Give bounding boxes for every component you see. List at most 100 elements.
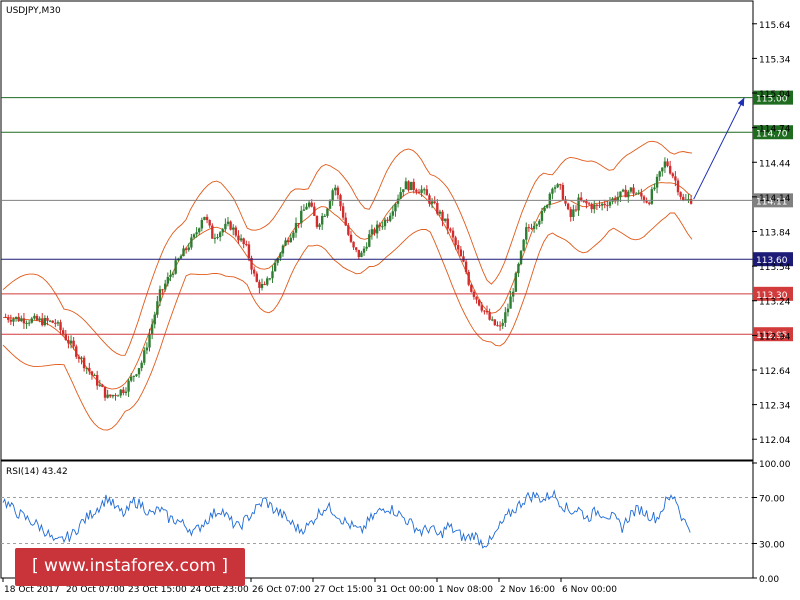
candle-body	[271, 271, 274, 279]
candle-body	[362, 248, 366, 253]
candle-body	[402, 189, 405, 193]
candle-body	[451, 230, 455, 238]
candle-body	[69, 340, 73, 344]
candle-body	[226, 221, 230, 224]
bollinger-middle-band	[2, 182, 693, 390]
candle-body	[116, 395, 120, 397]
candle-body	[127, 380, 130, 392]
candle-body	[438, 211, 442, 214]
candle-body	[77, 356, 81, 359]
candle-body	[475, 296, 478, 300]
forecast-arrow-line	[693, 97, 745, 200]
candle-body	[619, 191, 622, 198]
candle-body	[661, 167, 664, 172]
candle-body	[428, 195, 431, 204]
candle-body	[289, 237, 292, 243]
candle-body	[506, 308, 510, 313]
candle-body	[553, 187, 557, 189]
candle-body	[645, 201, 648, 203]
candle-body	[650, 189, 654, 204]
candle-body	[417, 191, 421, 193]
candle-body	[48, 320, 52, 322]
y-tick-label: 112.34	[759, 402, 791, 412]
candle-body	[294, 223, 298, 233]
candle-body	[229, 221, 232, 230]
candle-body	[200, 219, 204, 229]
candle-body	[525, 227, 528, 240]
candle-body	[464, 261, 468, 272]
x-tick-label: 6 Nov 00:00	[562, 585, 617, 595]
candle-body	[208, 220, 211, 226]
x-tick-label: 23 Oct 15:00	[128, 585, 187, 595]
candle-body	[519, 250, 523, 265]
candle-body	[598, 205, 601, 207]
candle-body	[600, 203, 604, 206]
candle-body	[153, 314, 156, 325]
candle-body	[501, 322, 504, 326]
candle-body	[572, 209, 575, 217]
candle-body	[182, 248, 185, 257]
candle-body	[111, 395, 115, 397]
candle-body	[538, 220, 541, 225]
candle-body	[543, 207, 546, 212]
candle-body	[171, 273, 175, 275]
candle-body	[666, 161, 669, 166]
candle-body	[632, 187, 635, 194]
candle-body	[205, 216, 209, 221]
candle-body	[532, 225, 536, 229]
candle-body	[582, 200, 586, 202]
candle-body	[195, 232, 198, 235]
rsi-label: RSI(14) 43.42	[6, 467, 68, 477]
candle-body	[258, 281, 261, 288]
candle-body	[12, 318, 15, 322]
candle-body	[433, 201, 436, 203]
candle-body	[224, 223, 227, 230]
candle-body	[33, 315, 36, 319]
watermark-text: [ www.instaforex.com ]	[32, 556, 228, 576]
candle-body	[61, 330, 65, 335]
candle-body	[292, 232, 295, 238]
candle-body	[430, 201, 434, 204]
candle-body	[425, 189, 429, 196]
candle-body	[585, 200, 588, 204]
candle-body	[671, 173, 674, 177]
candle-body	[320, 215, 324, 225]
y-tick-label: 113.54	[759, 263, 791, 273]
candle-body	[43, 317, 47, 326]
candle-body	[300, 210, 303, 224]
candle-body	[30, 318, 33, 323]
candle-body	[608, 201, 612, 206]
candle-body	[493, 319, 497, 326]
candle-body	[234, 227, 238, 236]
candle-body	[192, 234, 196, 238]
candle-body	[302, 209, 306, 211]
candle-body	[540, 211, 544, 221]
candle-body	[67, 339, 70, 344]
candle-body	[313, 206, 316, 216]
candle-body	[90, 371, 94, 376]
x-tick-label: 20 Oct 07:00	[66, 585, 125, 595]
candle-body	[242, 238, 245, 245]
candle-body	[687, 198, 690, 200]
candle-body	[441, 211, 444, 221]
bollinger-upper-band	[2, 140, 693, 356]
candle-body	[336, 187, 340, 196]
candle-body	[41, 318, 44, 326]
candle-body	[347, 225, 350, 235]
candle-body	[389, 215, 392, 221]
candle-body	[373, 229, 376, 234]
candle-body	[56, 322, 60, 324]
candle-body	[64, 334, 67, 340]
candle-body	[357, 249, 361, 258]
candle-body	[22, 318, 26, 324]
candle-body	[140, 362, 143, 369]
rsi-line	[2, 489, 691, 549]
candle-body	[624, 189, 627, 198]
candle-body	[14, 316, 18, 319]
candle-body	[255, 273, 258, 282]
candle-body	[566, 203, 570, 210]
candle-body	[190, 237, 193, 248]
candle-body	[477, 299, 481, 306]
candle-body	[368, 234, 371, 247]
candle-body	[545, 204, 549, 208]
